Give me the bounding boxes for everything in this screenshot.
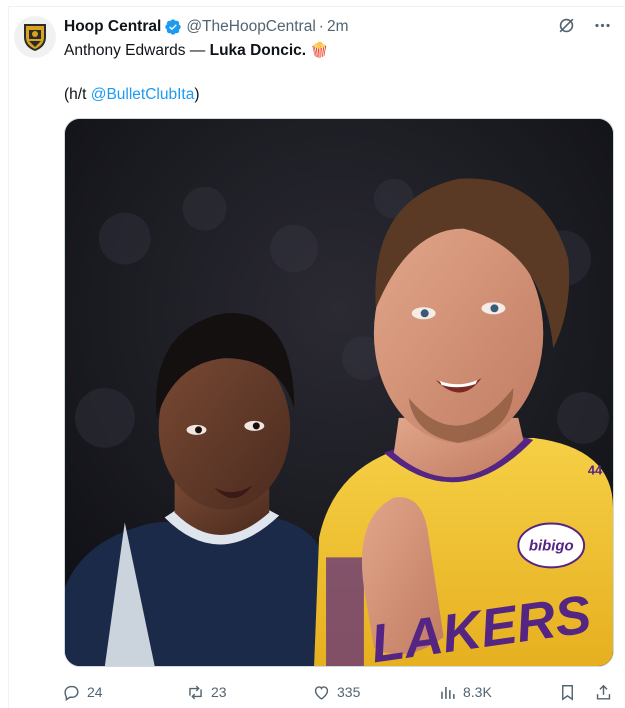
- reply-count: 24: [87, 684, 103, 700]
- views-chart-icon: [441, 686, 455, 699]
- timestamp[interactable]: 2m: [327, 18, 349, 36]
- bookmark-icon: [562, 684, 573, 701]
- reply-button[interactable]: 24: [62, 680, 103, 704]
- view-count: 8.3K: [463, 684, 492, 700]
- share-button[interactable]: [594, 680, 613, 704]
- views-button[interactable]: 8.3K: [438, 680, 492, 704]
- grok-slash-icon[interactable]: [555, 14, 577, 36]
- tweet-header: Hoop Central @TheHoopCentral · 2m: [64, 16, 349, 38]
- time-separator: ·: [318, 18, 324, 35]
- credit-prefix: (h/t: [64, 86, 91, 103]
- shield-logo-icon: [24, 24, 46, 51]
- tweet-text-plain: Anthony Edwards —: [64, 42, 210, 59]
- jersey-sponsor-text: bibigo: [529, 537, 574, 554]
- share-icon: [596, 684, 611, 700]
- heart-icon: [314, 685, 329, 700]
- retweet-icon: [189, 685, 202, 699]
- display-name[interactable]: Hoop Central: [64, 18, 161, 36]
- bookmark-button[interactable]: [558, 680, 577, 704]
- verified-badge-icon: [165, 19, 181, 35]
- tweet-media-image[interactable]: bibigo 44 LAKERS: [64, 118, 614, 667]
- like-button[interactable]: 335: [312, 680, 360, 704]
- credit-suffix: ): [194, 86, 200, 103]
- tweet-actions-bar: 24 23 335 8.3K: [62, 680, 618, 704]
- credit-mention-link[interactable]: @BulletClubIta: [91, 86, 195, 103]
- popcorn-emoji-icon: 🍿: [310, 42, 330, 59]
- tweet-text-line: Anthony Edwards — Luka Doncic. 🍿: [64, 40, 604, 62]
- tweet-text-bold: Luka Doncic.: [209, 42, 307, 59]
- tweet-credit-line: (h/t @BulletClubIta): [64, 84, 604, 106]
- retweet-button[interactable]: 23: [186, 680, 227, 704]
- avatar[interactable]: [14, 16, 56, 58]
- retweet-count: 23: [211, 684, 227, 700]
- reply-icon: [64, 685, 79, 701]
- more-options-icon[interactable]: [591, 14, 613, 36]
- top-right-controls: [555, 14, 613, 36]
- like-count: 335: [337, 684, 361, 700]
- author-handle[interactable]: @TheHoopCentral: [186, 18, 315, 36]
- tweet-text: Anthony Edwards — Luka Doncic. 🍿 (h/t @B…: [64, 40, 604, 106]
- jersey-number-text: 44: [588, 463, 603, 478]
